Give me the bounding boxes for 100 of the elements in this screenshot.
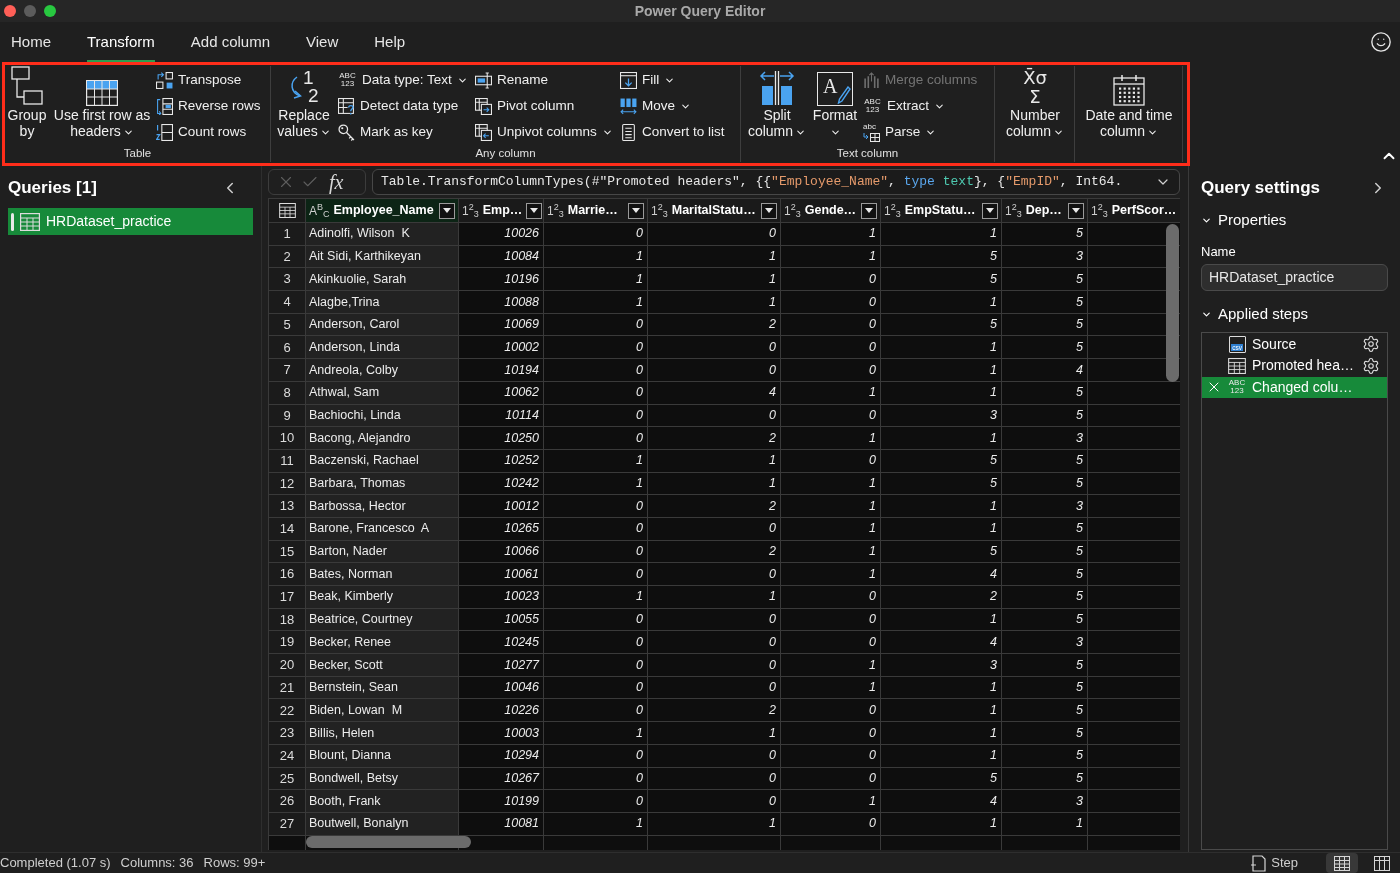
table-cell: 4 bbox=[881, 631, 1002, 654]
table-cell: 0 bbox=[544, 336, 648, 359]
ribbon-button[interactable]: Split column bbox=[747, 66, 807, 139]
table-cell: 5 bbox=[1002, 223, 1088, 245]
column-header[interactable]: 1$^{2}$$_{3}$ Gende… bbox=[781, 199, 881, 222]
section-header[interactable]: Properties bbox=[1201, 209, 1388, 232]
table-cell: 1 bbox=[781, 472, 881, 495]
ribbon-button[interactable]: Rename bbox=[475, 67, 549, 93]
table-cell: 0 bbox=[648, 744, 781, 767]
step-name: Promoted hea… bbox=[1252, 356, 1354, 376]
ribbon-button[interactable]: Move bbox=[620, 93, 691, 119]
row-number: 18 bbox=[269, 608, 306, 631]
row-number: 27 bbox=[269, 812, 306, 835]
ribbon-button[interactable]: Count rows bbox=[156, 119, 247, 145]
ribbon-button[interactable]: Convert to list bbox=[620, 119, 725, 145]
settings-icon[interactable] bbox=[1362, 356, 1380, 375]
table-cell: Barbara, Thomas bbox=[306, 472, 459, 495]
table-cell: 3 bbox=[1002, 495, 1088, 517]
column-filter-button[interactable] bbox=[439, 202, 455, 219]
column-header[interactable]: 1$^{2}$$_{3}$ Emp… bbox=[459, 199, 544, 222]
column-header-label: Dep… bbox=[1025, 202, 1062, 220]
ribbon-button[interactable]: Detect data type bbox=[338, 93, 459, 119]
column-filter-button[interactable] bbox=[628, 202, 644, 219]
ribbon-button[interactable]: X̄σ Σ Number column bbox=[999, 66, 1071, 139]
ribbon-button[interactable]: A Format bbox=[812, 66, 858, 139]
table-cell: 4 bbox=[881, 563, 1002, 585]
table-cell: 5 bbox=[1002, 517, 1088, 540]
table-cell: 1 bbox=[881, 676, 1002, 699]
table-cell: 0 bbox=[648, 767, 781, 790]
table-cell: 0 bbox=[781, 404, 881, 427]
table-cell: 10194 bbox=[459, 359, 544, 381]
table-cell: Andreola, Colby bbox=[306, 359, 459, 381]
table-cell: 0 bbox=[648, 790, 781, 812]
table-cell: 10199 bbox=[459, 790, 544, 812]
step-button[interactable]: Step bbox=[1250, 853, 1298, 873]
formula-field[interactable]: Table.TransformColumnTypes(#"Promoted headers", {{"Employee_Name", type text}, {"EmpID", Int64. bbox=[372, 169, 1180, 195]
table-cell: 10250 bbox=[459, 427, 544, 449]
vertical-scrollbar-thumb[interactable] bbox=[1166, 224, 1179, 382]
column-header-label: Gende… bbox=[804, 202, 857, 220]
menu-tab[interactable]: Add column bbox=[190, 22, 271, 62]
row-number: 13 bbox=[269, 495, 306, 517]
ribbon-button[interactable]: Transpose bbox=[156, 67, 242, 93]
horizontal-scrollbar-thumb[interactable] bbox=[306, 836, 471, 848]
settings-icon[interactable] bbox=[1362, 335, 1380, 354]
ribbon-button[interactable]: Pivot column bbox=[475, 93, 575, 119]
table-cell: 10267 bbox=[459, 767, 544, 790]
row-number: 16 bbox=[269, 563, 306, 585]
abc-123-icon: ABC 123 bbox=[1227, 378, 1247, 396]
menu-tab[interactable]: Home bbox=[11, 22, 51, 62]
table-cell: 0 bbox=[781, 608, 881, 631]
table-cell: 0 bbox=[544, 517, 648, 540]
column-filter-button[interactable] bbox=[1068, 202, 1084, 219]
column-header[interactable]: A$^{B}$$_{C}$ Employee_Name bbox=[306, 199, 459, 222]
table-cell: 5 bbox=[881, 472, 1002, 495]
maximize-window-button[interactable] bbox=[44, 5, 56, 17]
table-cell: Adinolfi, Wilson K bbox=[306, 223, 459, 245]
ribbon-button[interactable]: abc Parse bbox=[863, 119, 937, 145]
function-button[interactable]: fx bbox=[329, 172, 344, 192]
table-cell: 0 bbox=[544, 223, 648, 245]
applied-step[interactable]: Promoted hea… bbox=[1202, 355, 1387, 377]
ribbon-button[interactable]: Mark as key bbox=[338, 119, 433, 145]
query-name-field[interactable]: HRDataset_practice bbox=[1201, 264, 1388, 291]
ribbon-button[interactable]: Fill bbox=[620, 67, 676, 93]
table-cell: 0 bbox=[781, 744, 881, 767]
row-number: 19 bbox=[269, 631, 306, 654]
column-filter-button[interactable] bbox=[526, 202, 543, 219]
feedback-smiley-icon[interactable] bbox=[1370, 31, 1392, 53]
ribbon-button[interactable]: Reverse rows bbox=[156, 93, 261, 119]
table-cell: 1 bbox=[781, 517, 881, 540]
column-header[interactable]: 1$^{2}$$_{3}$ Marrie… bbox=[544, 199, 648, 222]
menu-tab[interactable]: Help bbox=[374, 22, 406, 62]
menu-tab[interactable]: View bbox=[306, 22, 339, 62]
close-window-button[interactable] bbox=[4, 5, 16, 17]
ribbon-button[interactable]: Date and time column bbox=[1079, 66, 1179, 139]
column-header[interactable]: 1$^{2}$$_{3}$ Dep… bbox=[1002, 199, 1088, 222]
menu-tab[interactable]: Transform bbox=[87, 22, 155, 62]
table-cell: 10066 bbox=[459, 540, 544, 563]
column-header[interactable]: 1$^{2}$$_{3}$ MaritalStatu… bbox=[648, 199, 781, 222]
column-filter-button[interactable] bbox=[982, 202, 998, 219]
column-filter-button[interactable] bbox=[761, 202, 777, 219]
grid-view-button[interactable] bbox=[1326, 853, 1358, 873]
column-header[interactable]: 1$^{2}$$_{3}$ EmpStatu… bbox=[881, 199, 1002, 222]
row-number: 9 bbox=[269, 404, 306, 427]
statistics-symbols-icon: X̄σ Σ bbox=[1018, 68, 1052, 106]
table-cell: 0 bbox=[648, 654, 781, 676]
table-cell: 1 bbox=[1002, 812, 1088, 835]
section-header[interactable]: Applied steps bbox=[1201, 303, 1388, 326]
ribbon-button[interactable]: Unpivot columns bbox=[475, 119, 613, 145]
query-item[interactable]: HRDataset_practice bbox=[8, 208, 253, 235]
ribbon-button[interactable]: Group by bbox=[6, 66, 48, 139]
table-cell: 5 bbox=[1002, 586, 1088, 608]
table-cell: Barton, Nader bbox=[306, 540, 459, 563]
ribbon-button[interactable]: Use first row as headers bbox=[53, 66, 151, 139]
move-columns-icon bbox=[620, 97, 637, 115]
row-number: 20 bbox=[269, 654, 306, 676]
table-cell: 10265 bbox=[459, 517, 544, 540]
ribbon-button[interactable]: 1 2 Replace values bbox=[275, 66, 333, 139]
table-cell: Bernstein, Sean bbox=[306, 676, 459, 699]
table-cell: 0 bbox=[781, 359, 881, 381]
column-filter-button[interactable] bbox=[861, 202, 877, 219]
